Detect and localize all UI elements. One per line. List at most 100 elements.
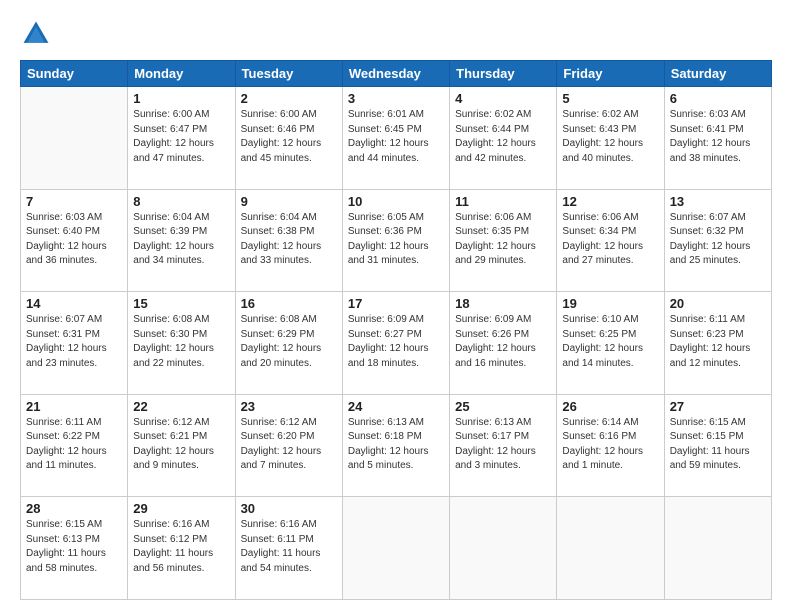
day-info: Sunrise: 6:06 AM Sunset: 6:34 PM Dayligh…	[562, 211, 658, 269]
page: SundayMondayTuesdayWednesdayThursdayFrid…	[0, 0, 792, 612]
calendar-cell: 22 Sunrise: 6:12 AM Sunset: 6:21 PM Dayli…	[128, 394, 235, 497]
day-info: Sunrise: 6:07 AM Sunset: 6:32 PM Dayligh…	[670, 211, 766, 269]
day-info: Sunrise: 6:00 AM Sunset: 6:47 PM Dayligh…	[133, 108, 229, 166]
calendar-cell: 7Sunrise: 6:03 AM Sunset: 6:40 PM Daylig…	[21, 189, 128, 292]
calendar-header-friday: Friday	[557, 61, 664, 87]
day-info: Sunrise: 6:10 AM Sunset: 6:25 PM Dayligh…	[562, 313, 658, 371]
calendar-cell: 28Sunrise: 6:15 AM Sunset: 6:13 PM Dayli…	[21, 497, 128, 600]
day-number: 19	[562, 296, 658, 311]
calendar-cell: 27 Sunrise: 6:15 AM Sunset: 6:15 PM Dayli…	[664, 394, 771, 497]
calendar-cell: 19 Sunrise: 6:10 AM Sunset: 6:25 PM Dayli…	[557, 292, 664, 395]
calendar-cell	[557, 497, 664, 600]
calendar-cell	[342, 497, 449, 600]
calendar-cell: 4Sunrise: 6:02 AM Sunset: 6:44 PM Daylig…	[450, 87, 557, 190]
calendar-cell: 25 Sunrise: 6:13 AM Sunset: 6:17 PM Dayli…	[450, 394, 557, 497]
calendar-header-monday: Monday	[128, 61, 235, 87]
calendar-cell	[664, 497, 771, 600]
day-info: Sunrise: 6:13 AM Sunset: 6:17 PM Dayligh…	[455, 416, 551, 474]
day-info: Sunrise: 6:00 AM Sunset: 6:46 PM Dayligh…	[241, 108, 337, 166]
day-number: 14	[26, 296, 122, 311]
calendar-cell: 15 Sunrise: 6:08 AM Sunset: 6:30 PM Dayli…	[128, 292, 235, 395]
calendar-cell: 29 Sunrise: 6:16 AM Sunset: 6:12 PM Dayli…	[128, 497, 235, 600]
calendar-cell: 3 Sunrise: 6:01 AM Sunset: 6:45 PM Daylig…	[342, 87, 449, 190]
day-info: Sunrise: 6:06 AM Sunset: 6:35 PM Dayligh…	[455, 211, 551, 269]
day-number: 25	[455, 399, 551, 414]
day-number: 1	[133, 91, 229, 106]
calendar-cell	[450, 497, 557, 600]
day-info: Sunrise: 6:04 AM Sunset: 6:38 PM Dayligh…	[241, 211, 337, 269]
calendar-header-sunday: Sunday	[21, 61, 128, 87]
day-number: 4	[455, 91, 551, 106]
calendar-cell: 30 Sunrise: 6:16 AM Sunset: 6:11 PM Dayli…	[235, 497, 342, 600]
calendar-cell: 8 Sunrise: 6:04 AM Sunset: 6:39 PM Daylig…	[128, 189, 235, 292]
day-info: Sunrise: 6:08 AM Sunset: 6:30 PM Dayligh…	[133, 313, 229, 371]
day-info: Sunrise: 6:16 AM Sunset: 6:12 PM Dayligh…	[133, 518, 229, 576]
calendar-cell: 6 Sunrise: 6:03 AM Sunset: 6:41 PM Daylig…	[664, 87, 771, 190]
calendar-cell: 24 Sunrise: 6:13 AM Sunset: 6:18 PM Dayli…	[342, 394, 449, 497]
day-info: Sunrise: 6:15 AM Sunset: 6:15 PM Dayligh…	[670, 416, 766, 474]
day-info: Sunrise: 6:16 AM Sunset: 6:11 PM Dayligh…	[241, 518, 337, 576]
day-number: 6	[670, 91, 766, 106]
day-info: Sunrise: 6:09 AM Sunset: 6:27 PM Dayligh…	[348, 313, 444, 371]
day-number: 21	[26, 399, 122, 414]
day-info: Sunrise: 6:01 AM Sunset: 6:45 PM Dayligh…	[348, 108, 444, 166]
calendar-header-thursday: Thursday	[450, 61, 557, 87]
day-info: Sunrise: 6:08 AM Sunset: 6:29 PM Dayligh…	[241, 313, 337, 371]
day-number: 20	[670, 296, 766, 311]
day-info: Sunrise: 6:12 AM Sunset: 6:21 PM Dayligh…	[133, 416, 229, 474]
calendar-cell: 11 Sunrise: 6:06 AM Sunset: 6:35 PM Dayli…	[450, 189, 557, 292]
day-number: 15	[133, 296, 229, 311]
day-info: Sunrise: 6:09 AM Sunset: 6:26 PM Dayligh…	[455, 313, 551, 371]
calendar-header-row: SundayMondayTuesdayWednesdayThursdayFrid…	[21, 61, 772, 87]
day-info: Sunrise: 6:03 AM Sunset: 6:41 PM Dayligh…	[670, 108, 766, 166]
calendar-header-saturday: Saturday	[664, 61, 771, 87]
day-info: Sunrise: 6:11 AM Sunset: 6:22 PM Dayligh…	[26, 416, 122, 474]
calendar-cell: 9 Sunrise: 6:04 AM Sunset: 6:38 PM Daylig…	[235, 189, 342, 292]
day-info: Sunrise: 6:02 AM Sunset: 6:43 PM Dayligh…	[562, 108, 658, 166]
day-number: 28	[26, 501, 122, 516]
calendar-cell: 12Sunrise: 6:06 AM Sunset: 6:34 PM Dayli…	[557, 189, 664, 292]
calendar-cell	[21, 87, 128, 190]
day-number: 2	[241, 91, 337, 106]
calendar-week-3: 14 Sunrise: 6:07 AM Sunset: 6:31 PM Dayli…	[21, 292, 772, 395]
day-number: 13	[670, 194, 766, 209]
calendar-week-2: 7Sunrise: 6:03 AM Sunset: 6:40 PM Daylig…	[21, 189, 772, 292]
day-number: 24	[348, 399, 444, 414]
day-number: 5	[562, 91, 658, 106]
calendar-header-tuesday: Tuesday	[235, 61, 342, 87]
day-info: Sunrise: 6:04 AM Sunset: 6:39 PM Dayligh…	[133, 211, 229, 269]
day-info: Sunrise: 6:07 AM Sunset: 6:31 PM Dayligh…	[26, 313, 122, 371]
calendar-cell: 23 Sunrise: 6:12 AM Sunset: 6:20 PM Dayli…	[235, 394, 342, 497]
calendar-cell: 14 Sunrise: 6:07 AM Sunset: 6:31 PM Dayli…	[21, 292, 128, 395]
calendar-cell: 10Sunrise: 6:05 AM Sunset: 6:36 PM Dayli…	[342, 189, 449, 292]
calendar-cell: 26 Sunrise: 6:14 AM Sunset: 6:16 PM Dayli…	[557, 394, 664, 497]
day-info: Sunrise: 6:14 AM Sunset: 6:16 PM Dayligh…	[562, 416, 658, 474]
day-number: 26	[562, 399, 658, 414]
calendar-week-1: 1 Sunrise: 6:00 AM Sunset: 6:47 PM Daylig…	[21, 87, 772, 190]
logo	[20, 18, 56, 50]
calendar-cell: 1 Sunrise: 6:00 AM Sunset: 6:47 PM Daylig…	[128, 87, 235, 190]
day-number: 27	[670, 399, 766, 414]
day-number: 17	[348, 296, 444, 311]
day-number: 18	[455, 296, 551, 311]
day-number: 22	[133, 399, 229, 414]
logo-icon	[20, 18, 52, 50]
calendar-cell: 5 Sunrise: 6:02 AM Sunset: 6:43 PM Daylig…	[557, 87, 664, 190]
day-number: 29	[133, 501, 229, 516]
day-number: 3	[348, 91, 444, 106]
header	[20, 18, 772, 50]
day-number: 23	[241, 399, 337, 414]
day-number: 8	[133, 194, 229, 209]
day-number: 30	[241, 501, 337, 516]
day-info: Sunrise: 6:13 AM Sunset: 6:18 PM Dayligh…	[348, 416, 444, 474]
day-number: 7	[26, 194, 122, 209]
calendar-cell: 17 Sunrise: 6:09 AM Sunset: 6:27 PM Dayli…	[342, 292, 449, 395]
day-number: 11	[455, 194, 551, 209]
day-info: Sunrise: 6:12 AM Sunset: 6:20 PM Dayligh…	[241, 416, 337, 474]
calendar-week-4: 21 Sunrise: 6:11 AM Sunset: 6:22 PM Dayli…	[21, 394, 772, 497]
calendar-table: SundayMondayTuesdayWednesdayThursdayFrid…	[20, 60, 772, 600]
calendar-cell: 13 Sunrise: 6:07 AM Sunset: 6:32 PM Dayli…	[664, 189, 771, 292]
calendar-header-wednesday: Wednesday	[342, 61, 449, 87]
day-number: 9	[241, 194, 337, 209]
day-number: 16	[241, 296, 337, 311]
